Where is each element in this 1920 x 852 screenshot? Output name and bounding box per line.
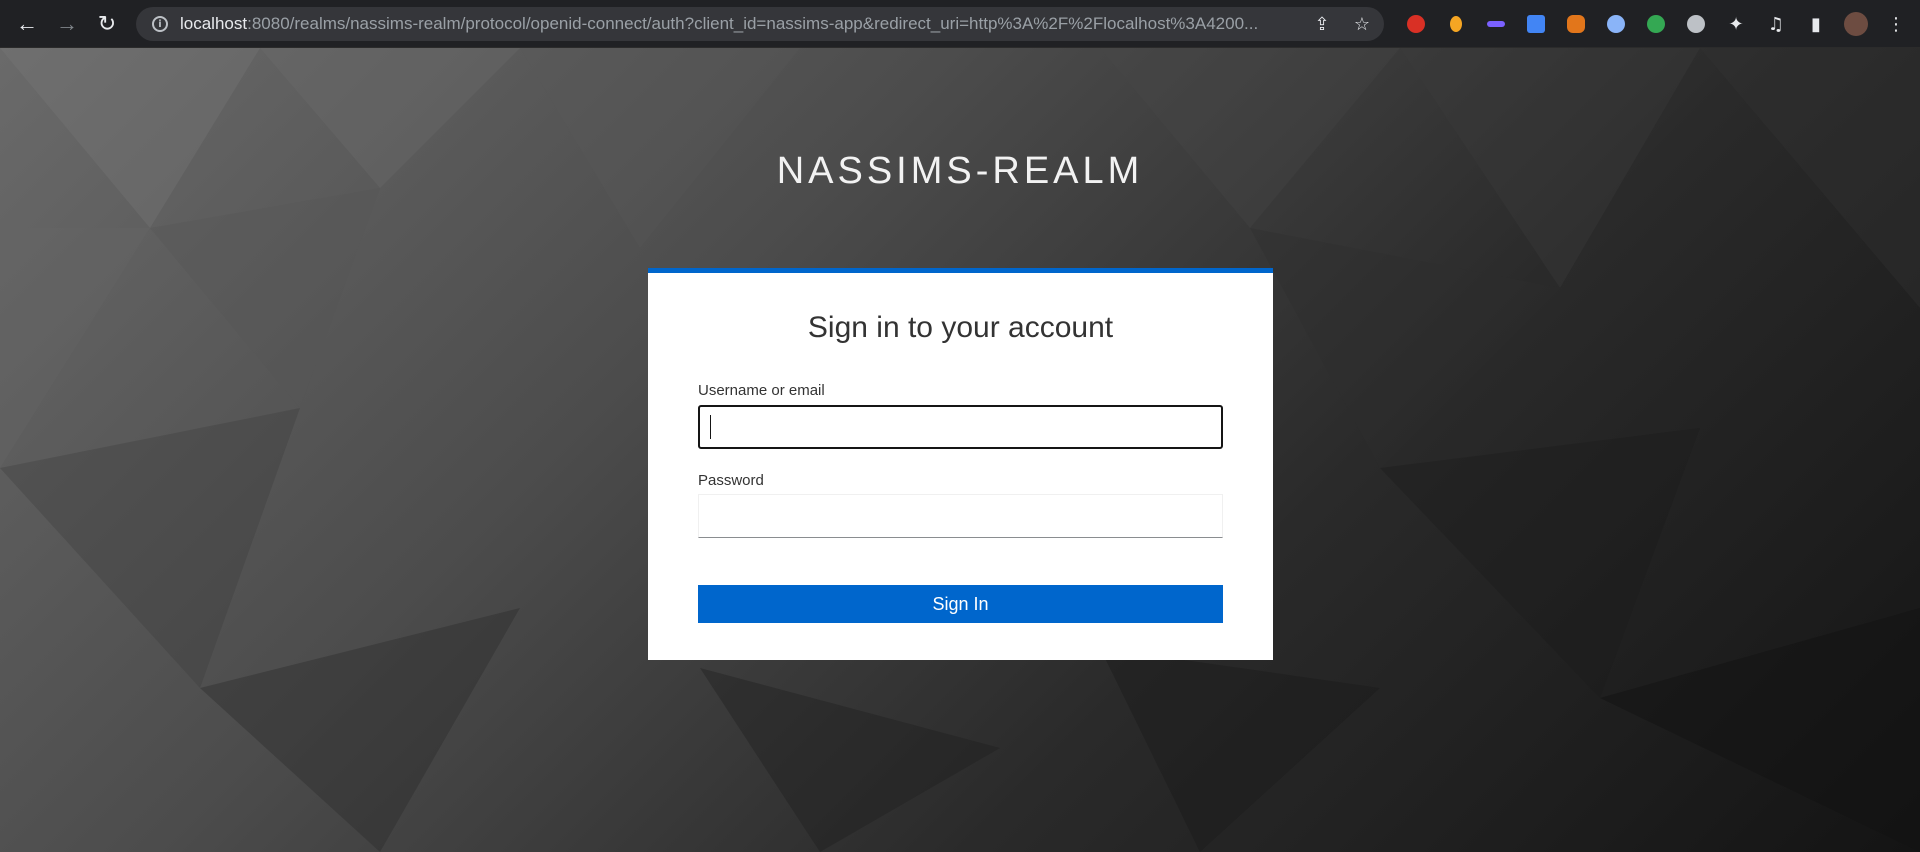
back-icon[interactable]: ← bbox=[7, 4, 47, 44]
side-panel-icon[interactable]: ▮ bbox=[1800, 8, 1832, 40]
username-label: Username or email bbox=[698, 382, 825, 399]
password-input[interactable] bbox=[698, 494, 1223, 538]
reload-icon[interactable]: ↻ bbox=[87, 4, 127, 44]
browser-menu-icon[interactable]: ⋮ bbox=[1880, 8, 1912, 40]
colorful-extension-icon[interactable] bbox=[1640, 8, 1672, 40]
bookmark-star-icon[interactable]: ☆ bbox=[1350, 14, 1374, 35]
forward-icon[interactable]: → bbox=[47, 4, 87, 44]
login-heading: Sign in to your account bbox=[807, 311, 1114, 344]
browser-toolbar: ← → ↻ i localhost:8080/realms/nassims-re… bbox=[0, 0, 1920, 48]
extension-orange-icon[interactable] bbox=[1440, 8, 1472, 40]
translate-icon[interactable] bbox=[1520, 8, 1552, 40]
address-bar[interactable]: i localhost:8080/realms/nassims-realm/pr… bbox=[136, 7, 1384, 41]
url-text[interactable]: localhost:8080/realms/nassims-realm/prot… bbox=[180, 14, 1270, 34]
extensions-bar: ✦ ♫ ▮ ⋮ bbox=[1400, 8, 1912, 40]
realm-title: NASSIMS-REALM bbox=[776, 150, 1144, 192]
share-icon[interactable]: ⇪ bbox=[1310, 14, 1334, 35]
url-host: localhost bbox=[180, 14, 248, 33]
gear-extension-icon[interactable] bbox=[1600, 8, 1632, 40]
extensions-puzzle-icon[interactable]: ✦ bbox=[1720, 8, 1752, 40]
text-caret bbox=[710, 415, 711, 439]
login-card: Sign in to your account Username or emai… bbox=[648, 268, 1273, 660]
login-page: NASSIMS-REALM Sign in to your account Us… bbox=[0, 48, 1920, 852]
sign-in-button[interactable]: Sign In bbox=[698, 585, 1223, 623]
metamask-icon[interactable] bbox=[1560, 8, 1592, 40]
site-info-icon[interactable]: i bbox=[152, 16, 168, 32]
url-path: :8080/realms/nassims-realm/protocol/open… bbox=[247, 14, 1259, 33]
media-control-icon[interactable]: ♫ bbox=[1760, 8, 1792, 40]
hex-extension-icon[interactable] bbox=[1680, 8, 1712, 40]
link-extension-icon[interactable] bbox=[1480, 8, 1512, 40]
adblock-icon[interactable] bbox=[1400, 8, 1432, 40]
username-input[interactable] bbox=[698, 405, 1223, 449]
password-label: Password bbox=[698, 472, 764, 489]
profile-avatar[interactable] bbox=[1840, 8, 1872, 40]
